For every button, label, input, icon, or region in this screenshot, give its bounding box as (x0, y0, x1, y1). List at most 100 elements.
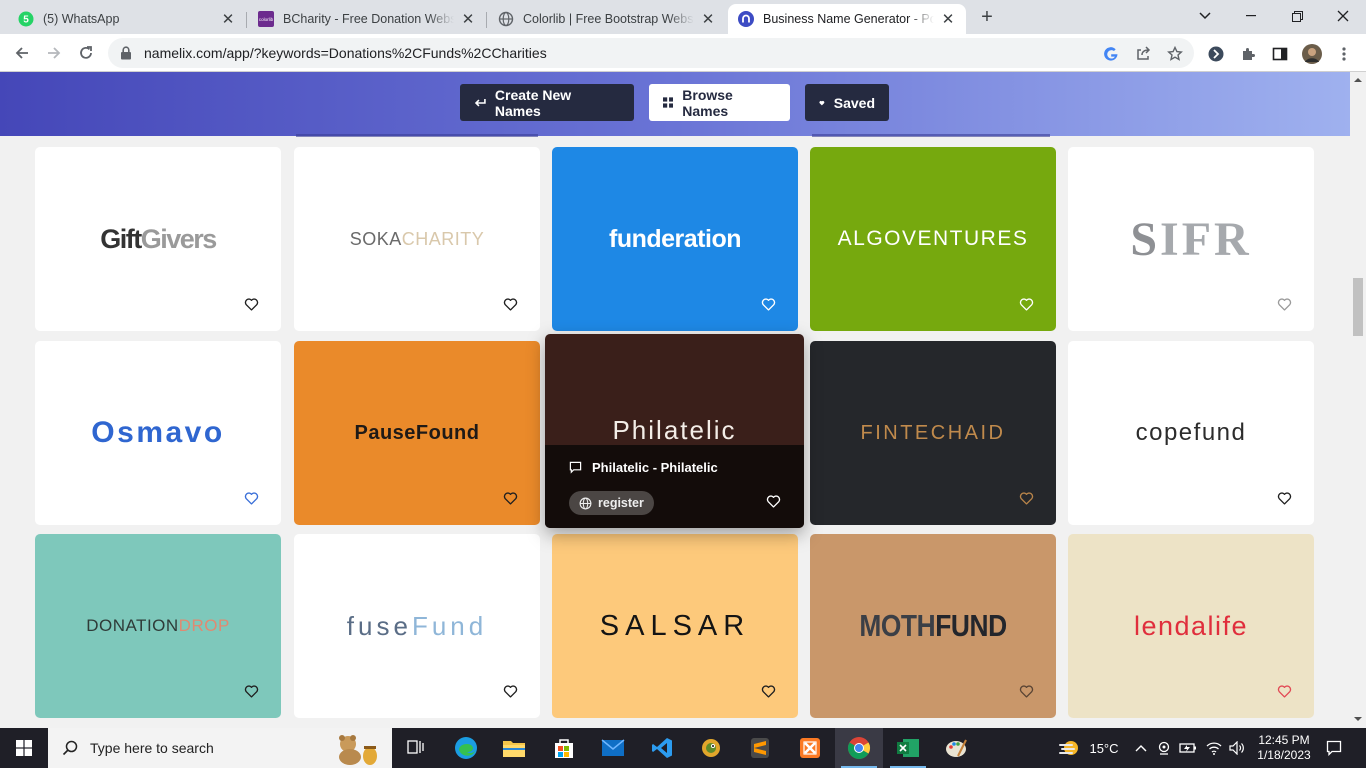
show-hidden-icons-chevron-icon[interactable] (1132, 728, 1150, 768)
close-tab-icon[interactable]: ✕ (460, 11, 476, 28)
heart-icon[interactable] (243, 683, 259, 699)
name-card-philatelic[interactable]: Philatelic Philatelic - Philatelic regis… (545, 334, 804, 528)
weather-temperature[interactable]: 15°C (1086, 728, 1122, 768)
taskbar-search-box[interactable]: Type here to search (48, 728, 392, 768)
heart-icon[interactable] (1276, 296, 1292, 312)
url-text[interactable]: namelix.com/app/?keywords=Donations%2CFu… (144, 45, 547, 61)
tab-namelix[interactable]: Business Name Generator - Powe ✕ (728, 4, 966, 34)
taskbar-file-explorer[interactable] (490, 728, 538, 768)
scrollbar-thumb[interactable] (1353, 278, 1363, 336)
lock-icon[interactable] (120, 46, 132, 60)
sublime-icon (751, 738, 769, 758)
close-tab-icon[interactable]: ✕ (220, 11, 236, 28)
close-tab-icon[interactable]: ✕ (940, 11, 956, 28)
name-card-sifr[interactable]: S IFR (1068, 147, 1314, 331)
tab-title: (5) WhatsApp (43, 12, 120, 26)
heart-icon[interactable] (502, 683, 518, 699)
bookmark-star-icon[interactable] (1166, 45, 1184, 63)
close-window-button[interactable] (1320, 0, 1366, 32)
scroll-down-arrow[interactable] (1354, 715, 1362, 723)
name-card-giftgivers[interactable]: Gift Givers (35, 147, 281, 331)
back-button[interactable] (8, 39, 36, 67)
restore-button[interactable] (1274, 0, 1320, 32)
task-view-button[interactable] (392, 728, 440, 768)
register-button[interactable]: register (569, 491, 654, 515)
tab-colorlib[interactable]: Colorlib | Free Bootstrap Website ✕ (488, 4, 726, 34)
weather-icon[interactable] (1054, 728, 1086, 768)
name-card-algoventures[interactable]: ALGOVENTURES (810, 147, 1056, 331)
taskbar-excel[interactable] (884, 728, 932, 768)
create-new-names-button[interactable]: Create New Names (460, 84, 634, 121)
tab-title: Colorlib | Free Bootstrap Website (523, 12, 694, 26)
tab-whatsapp[interactable]: 5 (5) WhatsApp ✕ (8, 4, 247, 34)
forward-button[interactable] (40, 39, 68, 67)
google-icon[interactable] (1102, 45, 1120, 63)
heart-icon[interactable] (243, 490, 259, 506)
menu-dots-icon[interactable] (1334, 44, 1354, 64)
name-card-funderation[interactable]: funderation (552, 147, 798, 331)
taskbar-edge[interactable] (442, 728, 490, 768)
reload-button[interactable] (72, 39, 100, 67)
taskbar-chrome[interactable] (835, 728, 883, 768)
webcam-icon[interactable] (1155, 728, 1173, 768)
battery-icon[interactable] (1178, 728, 1198, 768)
side-panel-icon[interactable] (1270, 44, 1290, 64)
heart-icon[interactable] (502, 296, 518, 312)
name-card-donationdrop[interactable]: DONATION DROP (35, 534, 281, 718)
heart-icon[interactable] (1018, 296, 1034, 312)
name-card-salsar[interactable]: SALSAR (552, 534, 798, 718)
name-card-sokacharity[interactable]: SOKA CHARITY (294, 147, 540, 331)
taskbar-mail[interactable] (589, 728, 637, 768)
heart-icon[interactable] (243, 296, 259, 312)
address-bar[interactable]: namelix.com/app/?keywords=Donations%2CFu… (108, 38, 1194, 68)
taskbar-store[interactable] (540, 728, 588, 768)
task-view-icon (407, 740, 424, 754)
heart-icon[interactable] (1018, 683, 1034, 699)
name-card-mothfund[interactable]: MOTH FUND (810, 534, 1056, 718)
heart-icon[interactable] (1276, 683, 1292, 699)
taskbar-sublime[interactable] (736, 728, 784, 768)
start-button[interactable] (0, 728, 48, 768)
search-highlight-illustration (339, 735, 377, 765)
windows-logo-icon (16, 740, 32, 756)
name-card-lendalife[interactable]: lendalife (1068, 534, 1314, 718)
card-edge-above (296, 134, 538, 137)
tab-search-button[interactable] (1182, 0, 1228, 32)
name-card-osmavo[interactable]: Osmavo (35, 341, 281, 525)
saved-button[interactable]: Saved (805, 84, 889, 121)
tab-title: BCharity - Free Donation Website (283, 12, 454, 26)
chrome-icon (848, 737, 870, 759)
heart-icon[interactable] (765, 493, 781, 509)
notifications-icon[interactable] (1322, 728, 1346, 768)
taskbar-paint[interactable] (932, 728, 980, 768)
share-icon[interactable] (1134, 45, 1152, 63)
heart-icon[interactable] (760, 296, 776, 312)
taskbar-xampp[interactable] (786, 728, 834, 768)
profile-avatar[interactable] (1302, 44, 1322, 64)
name-card-fintechaid[interactable]: FINTECHAID (810, 341, 1056, 525)
volume-icon[interactable] (1227, 728, 1247, 768)
name-logo: S IFR (1130, 212, 1252, 266)
name-card-fusefund[interactable]: fuse Fund (294, 534, 540, 718)
extension-icon[interactable] (1206, 44, 1226, 64)
page-scrollbar[interactable] (1350, 72, 1366, 728)
name-card-pausefound[interactable]: PauseFound (294, 341, 540, 525)
browse-names-button[interactable]: Browse Names (649, 84, 790, 121)
new-tab-button[interactable]: + (976, 6, 998, 28)
heart-icon[interactable] (1276, 490, 1292, 506)
clock[interactable]: 12:45 PM 1/18/2023 (1252, 728, 1316, 768)
heart-icon[interactable] (760, 683, 776, 699)
taskbar-app-chameleon[interactable] (687, 728, 735, 768)
taskbar-vscode[interactable] (638, 728, 686, 768)
wifi-icon[interactable] (1204, 728, 1224, 768)
minimize-button[interactable] (1228, 0, 1274, 32)
extensions-puzzle-icon[interactable] (1238, 44, 1258, 64)
close-tab-icon[interactable]: ✕ (700, 11, 716, 28)
store-icon (555, 739, 573, 758)
heart-icon[interactable] (502, 490, 518, 506)
name-card-copefund[interactable]: copefund (1068, 341, 1314, 525)
heart-icon[interactable] (1018, 490, 1034, 506)
globe-icon (498, 11, 514, 27)
scroll-up-arrow[interactable] (1354, 76, 1362, 84)
tab-bcharity[interactable]: colorlib BCharity - Free Donation Websit… (248, 4, 487, 34)
